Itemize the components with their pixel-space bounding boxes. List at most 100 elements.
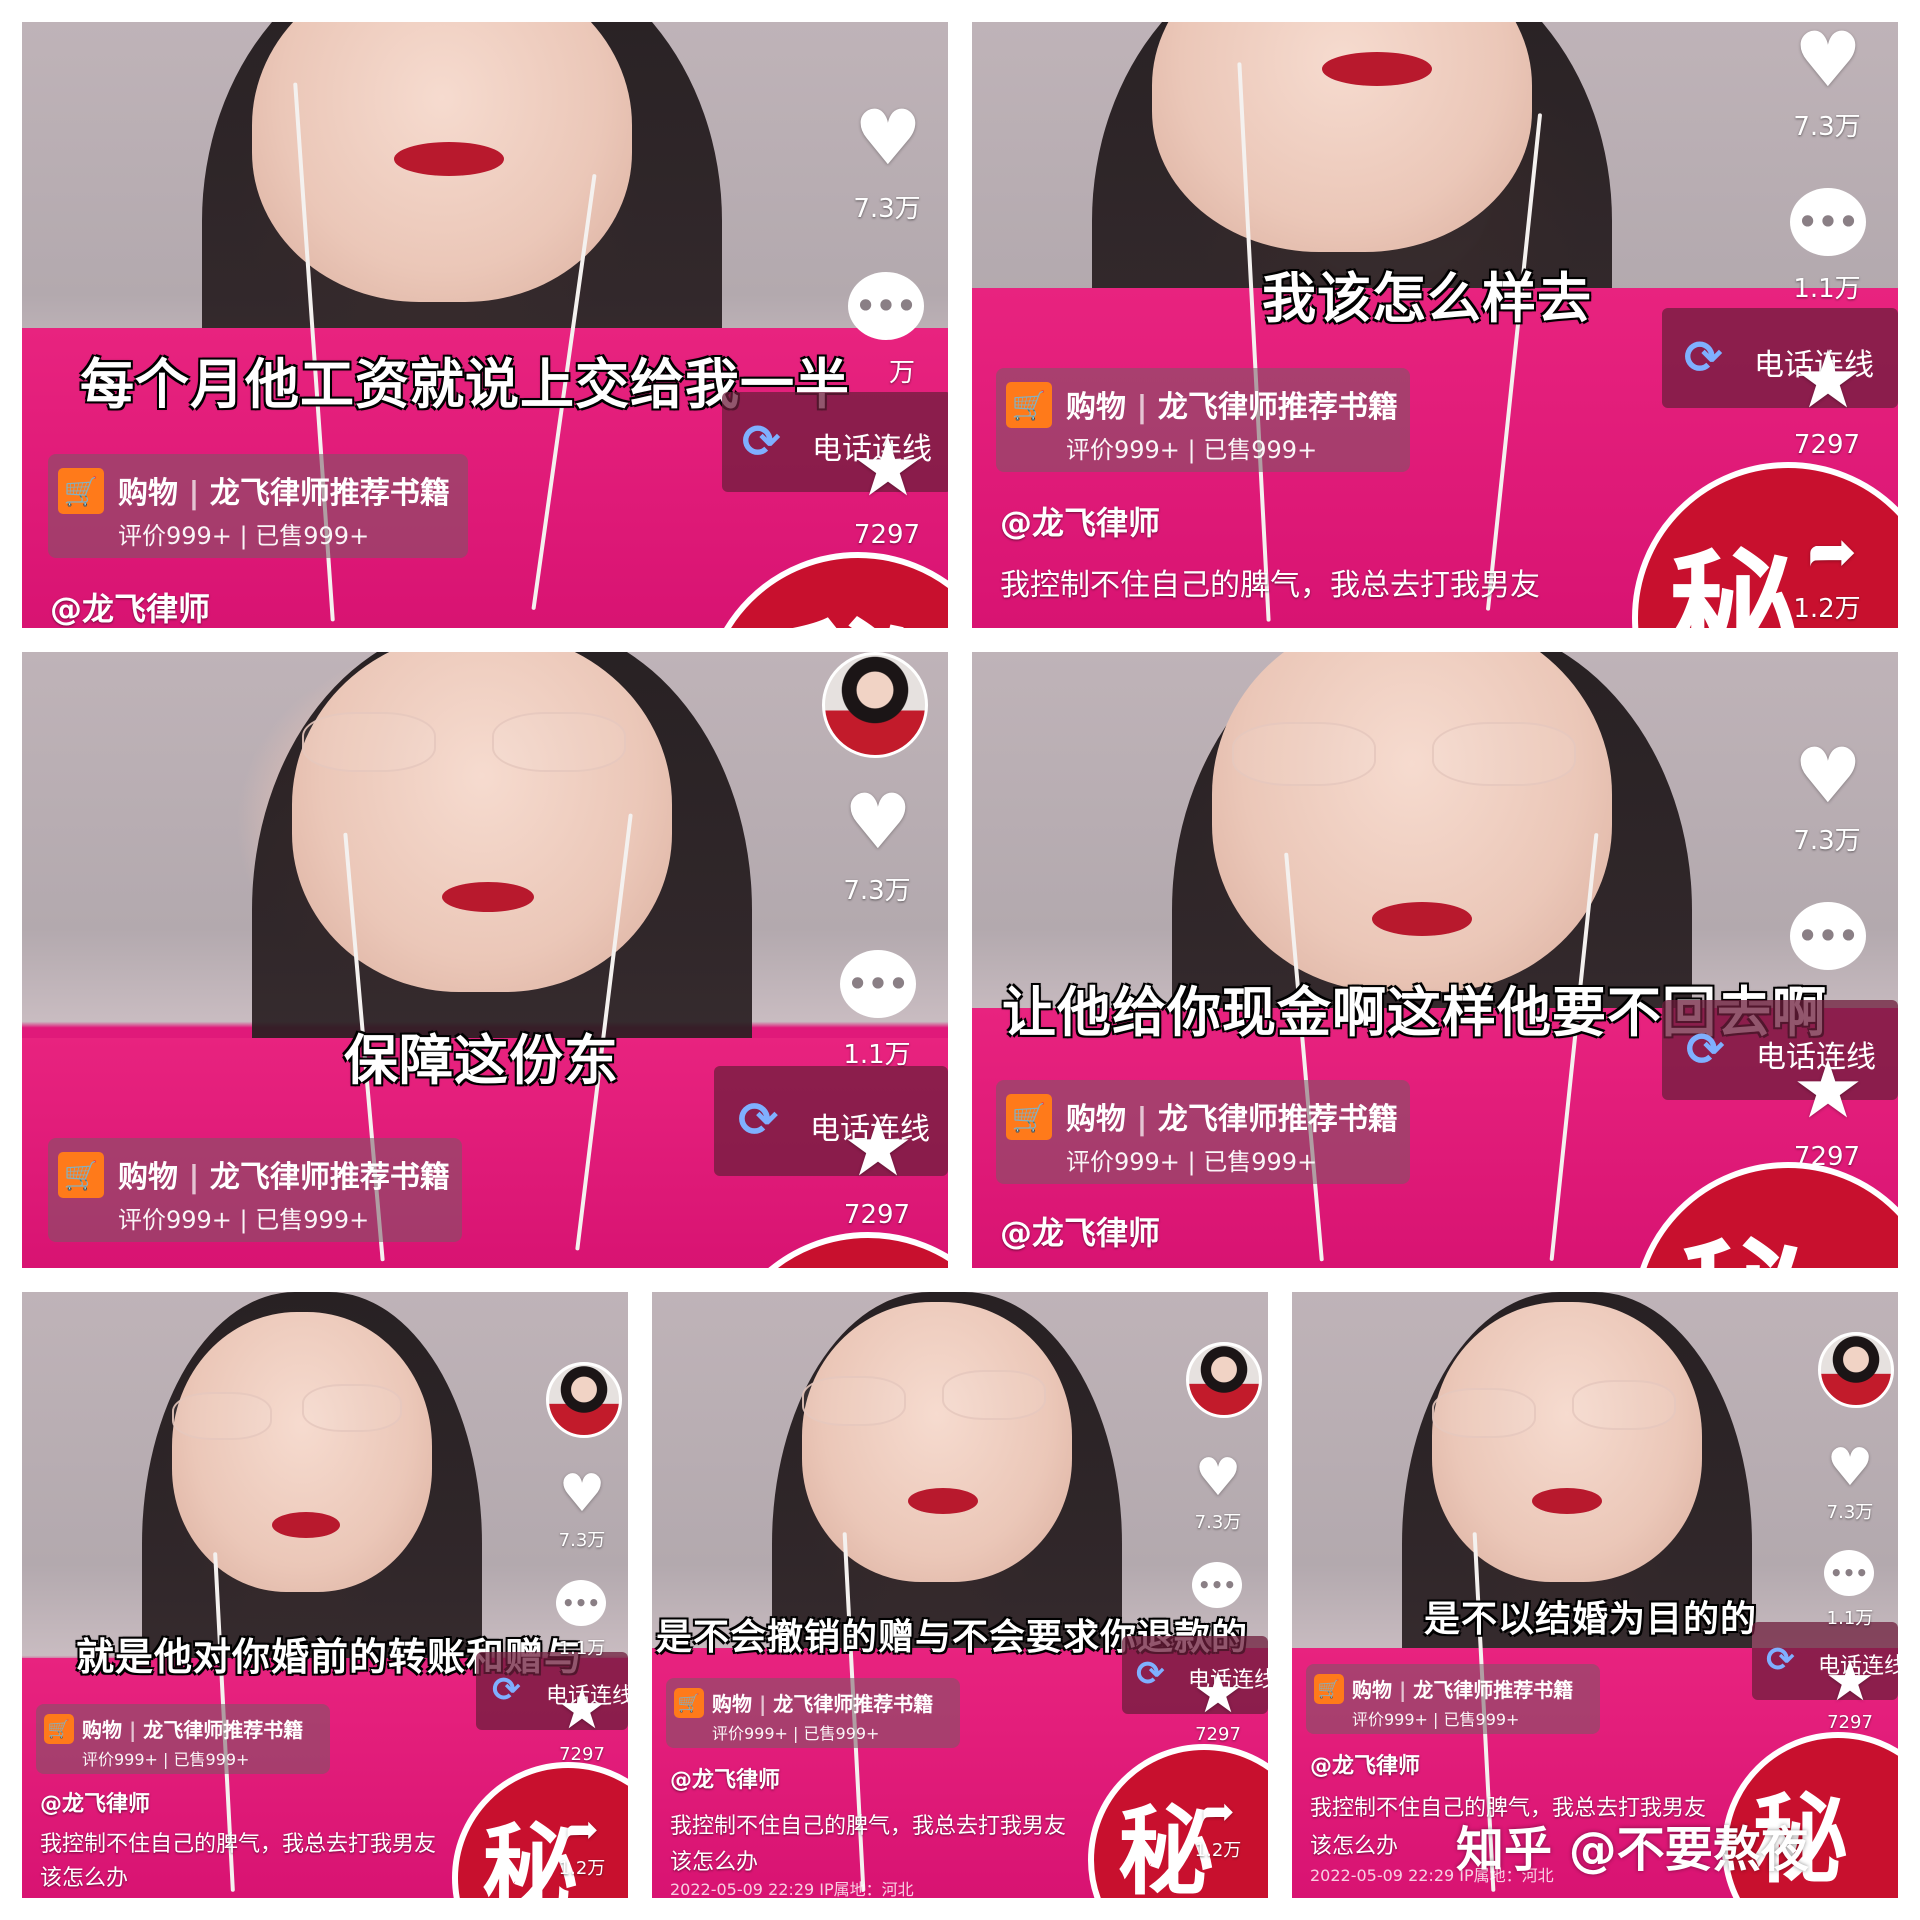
glasses <box>942 1370 1046 1420</box>
avatar[interactable] <box>546 1362 622 1438</box>
video-description: 我控制不住自己的脾气，我总去打我男友 <box>670 1814 1067 1839</box>
video-panel-4[interactable]: 让他给你现金啊这样他要不回去啊 ⟳ 电话连线 🛒 购物 | 龙飞律师推荐书籍 评… <box>972 652 1898 1268</box>
star-icon[interactable]: ★ <box>1824 1654 1876 1710</box>
shopping-cart-icon: 🛒 <box>58 468 104 514</box>
shopping-card[interactable]: 🛒 购物 | 龙飞律师推荐书籍 评价999+ | 已售999+ <box>48 1138 462 1242</box>
shopping-card[interactable]: 🛒 购物 | 龙飞律师推荐书籍 评价999+ | 已售999+ <box>1306 1664 1600 1734</box>
link-icon: ⟳ <box>1684 330 1723 384</box>
comment-bubble-icon[interactable]: ••• <box>1824 1550 1874 1596</box>
video-panel-7[interactable]: 是不以结婚为目的的 ⟳ 电话连线 🛒 购物 | 龙飞律师推荐书籍 评价999+ … <box>1292 1292 1898 1898</box>
star-icon[interactable]: ★ <box>1192 1666 1244 1722</box>
comment-bubble-icon[interactable]: ••• <box>556 1580 606 1626</box>
author-handle[interactable]: @龙飞律师 <box>1000 498 1160 544</box>
face <box>172 1312 432 1592</box>
heart-icon[interactable]: ♥ <box>1788 738 1868 814</box>
glasses <box>1432 722 1576 786</box>
star-icon[interactable]: ★ <box>848 428 928 508</box>
share-arrow-icon[interactable]: ➦ <box>1792 522 1872 582</box>
shop-title: 龙飞律师推荐书籍 <box>1413 1678 1574 1702</box>
star-icon[interactable]: ★ <box>1788 340 1868 420</box>
avatar[interactable] <box>822 652 928 758</box>
seal-char: 秘 <box>1668 537 1799 628</box>
heart-icon[interactable]: ♥ <box>848 100 928 176</box>
link-icon: ⟳ <box>492 1670 521 1710</box>
like-count: 7.3万 <box>558 1530 606 1551</box>
shopping-cart-icon: 🛒 <box>1006 1094 1052 1140</box>
lips <box>1322 52 1432 86</box>
shopping-cart-icon: 🛒 <box>1314 1674 1344 1704</box>
divider: | <box>1398 1678 1414 1702</box>
heart-icon[interactable]: ♥ <box>556 1468 608 1520</box>
divider: | <box>128 1718 144 1742</box>
shop-stats: 评价999+ | 已售999+ <box>712 1724 880 1743</box>
shop-title: 龙飞律师推荐书籍 <box>1157 390 1398 425</box>
heart-icon[interactable]: ♥ <box>1824 1442 1876 1494</box>
glasses <box>302 712 436 772</box>
avatar[interactable] <box>1186 1342 1262 1418</box>
video-description: 我控制不住自己的脾气，我总去打我男友 <box>40 1832 437 1857</box>
lips <box>272 1512 340 1538</box>
divider: | <box>188 476 210 511</box>
shopping-card[interactable]: 🛒 购物 | 龙飞律师推荐书籍 评价999+ | 已售999+ <box>48 454 468 558</box>
glasses <box>172 1392 272 1440</box>
star-icon[interactable]: ★ <box>838 1108 918 1188</box>
video-panel-3[interactable]: 保障这份东 ⟳ 电话连线 🛒 购物 | 龙飞律师推荐书籍 评价999+ | 已售… <box>22 652 948 1268</box>
link-icon: ⟳ <box>1686 1022 1725 1076</box>
link-icon: ⟳ <box>1766 1640 1795 1680</box>
shopping-card[interactable]: 🛒 购物 | 龙飞律师推荐书籍 评价999+ | 已售999+ <box>666 1678 960 1748</box>
video-panel-1[interactable]: 每个月他工资就说上交给我一半 ⟳ 电话连线 🛒 购物 | 龙飞律师推荐书籍 评价… <box>22 22 948 628</box>
like-count: 7.3万 <box>1793 112 1861 142</box>
shopping-cart-icon: 🛒 <box>674 1688 704 1718</box>
avatar[interactable] <box>1818 1332 1894 1408</box>
star-icon[interactable]: ★ <box>1788 1050 1868 1130</box>
author-handle[interactable]: @龙飞律师 <box>50 584 210 628</box>
heart-icon[interactable]: ♥ <box>1192 1452 1244 1504</box>
author-handle[interactable]: @龙飞律师 <box>1310 1748 1420 1780</box>
shop-label: 购物 <box>712 1692 752 1716</box>
like-count: 7.3万 <box>853 194 921 224</box>
video-panel-5[interactable]: 就是他对你婚前的转账和赠与 ⟳ 电话连线 🛒 购物 | 龙飞律师推荐书籍 评价9… <box>22 1292 628 1898</box>
like-count: 7.3万 <box>1194 1512 1242 1533</box>
comment-count: 1.1万 <box>1793 274 1861 304</box>
video-panel-6[interactable]: 是不会撤销的赠与不会要求你退款的 ⟳ 电话连线 🛒 购物 | 龙飞律师推荐书籍 … <box>652 1292 1268 1898</box>
shop-label: 购物 <box>1352 1678 1392 1702</box>
shop-stats: 评价999+ | 已售999+ <box>1066 1148 1318 1176</box>
share-arrow-icon[interactable]: ➦ <box>1192 1792 1244 1832</box>
shopping-card[interactable]: 🛒 购物 | 龙飞律师推荐书籍 评价999+ | 已售999+ <box>996 1080 1410 1184</box>
star-icon[interactable]: ★ <box>556 1682 608 1738</box>
comment-bubble-icon[interactable]: ••• <box>840 950 916 1018</box>
author-handle[interactable]: @龙飞律师 <box>40 1786 150 1818</box>
comment-bubble-icon[interactable]: ••• <box>848 272 924 340</box>
lips <box>442 882 534 912</box>
shopping-cart-icon: 🛒 <box>44 1714 74 1744</box>
shopping-card[interactable]: 🛒 购物 | 龙飞律师推荐书籍 评价999+ | 已售999+ <box>996 368 1410 472</box>
favorite-count: 7297 <box>1195 1724 1241 1745</box>
comment-bubble-icon[interactable]: ••• <box>1790 902 1866 970</box>
glasses <box>1432 1388 1536 1438</box>
shop-title: 龙飞律师推荐书籍 <box>1157 1102 1398 1137</box>
share-arrow-icon[interactable]: ➦ <box>556 1810 608 1850</box>
favorite-count: 7297 <box>843 1200 911 1230</box>
author-handle[interactable]: @龙飞律师 <box>1000 1208 1160 1254</box>
glasses <box>302 1384 402 1432</box>
comment-bubble-icon[interactable]: ••• <box>1790 188 1866 256</box>
glasses <box>1572 1380 1676 1430</box>
divider: | <box>758 1692 774 1716</box>
glasses <box>802 1376 906 1426</box>
comment-bubble-icon[interactable]: ••• <box>1192 1562 1242 1608</box>
shopping-card[interactable]: 🛒 购物 | 龙飞律师推荐书籍 评价999+ | 已售999+ <box>36 1704 330 1774</box>
shop-label: 购物 <box>118 1160 178 1195</box>
post-meta: 2022-05-09 22:29 IP属地：河北 <box>670 1880 914 1898</box>
divider: | <box>188 1160 210 1195</box>
shop-stats: 评价999+ | 已售999+ <box>1352 1710 1520 1729</box>
shop-title: 龙飞律师推荐书籍 <box>773 1692 934 1716</box>
heart-icon[interactable]: ♥ <box>838 784 918 860</box>
shop-stats: 评价999+ | 已售999+ <box>118 522 370 550</box>
lips <box>394 142 504 176</box>
video-panel-2[interactable]: 我该怎么样去 ⟳ 电话连线 🛒 购物 | 龙飞律师推荐书籍 评价999+ | 已… <box>972 22 1898 628</box>
comment-count: 1.1万 <box>843 1040 911 1070</box>
author-handle[interactable]: @龙飞律师 <box>670 1762 780 1794</box>
shopping-cart-icon: 🛒 <box>58 1152 104 1198</box>
video-description-2: 该怎么办 <box>670 1850 759 1875</box>
heart-icon[interactable]: ♥ <box>1788 22 1868 98</box>
